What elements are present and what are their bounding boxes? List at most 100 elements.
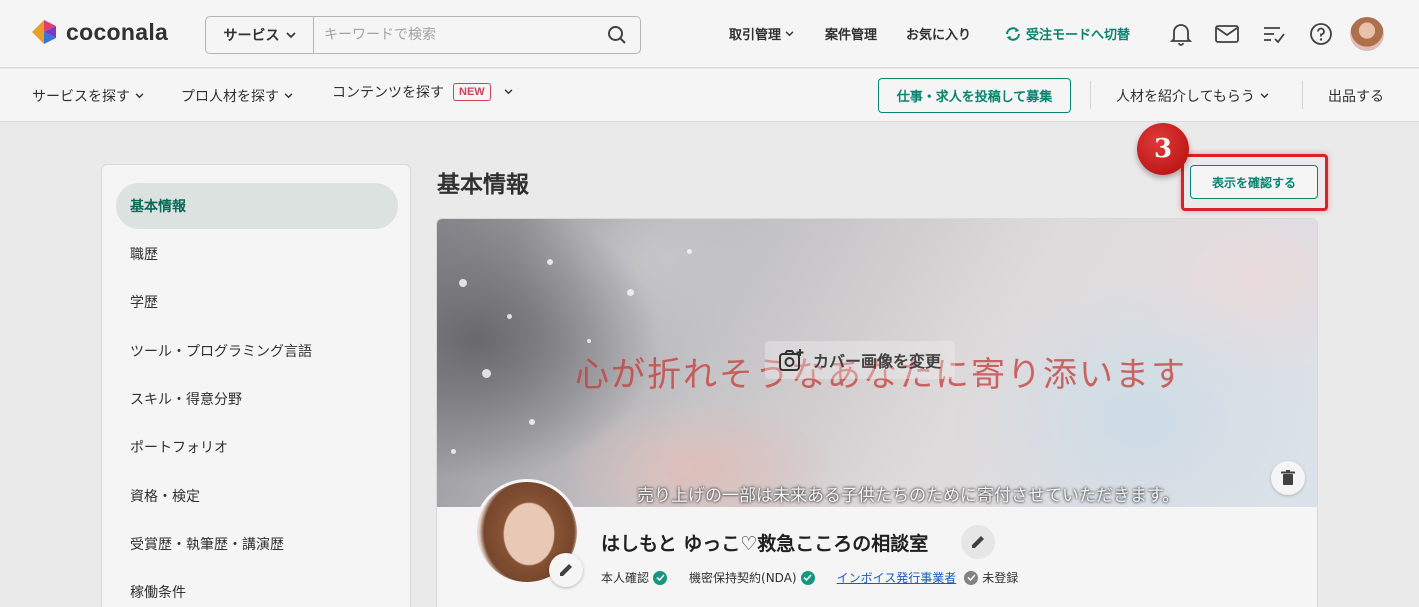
sidebar-item-awards[interactable]: 受賞歴・執筆歴・講演歴 (116, 521, 398, 567)
profile-card: 心が折れそうなあなたに寄り添います カバー画像を変更 売り上げの一部は未来ある子… (436, 218, 1318, 607)
sidebar-item-label: ポートフォリオ (130, 440, 228, 456)
sidebar-item-label: ツール・プログラミング言語 (130, 344, 312, 360)
snow-dot (459, 279, 467, 287)
sidebar-item-label: 基本情報 (130, 199, 186, 215)
subnav-find-pros[interactable]: プロ人材を探す (181, 86, 293, 106)
snow-dot (547, 259, 553, 265)
sidebar-item-education[interactable]: 学歴 (116, 279, 398, 325)
nav-projects-label: 案件管理 (825, 28, 878, 43)
change-cover-button[interactable]: カバー画像を変更 (765, 341, 956, 379)
sidebar-item-portfolio[interactable]: ポートフォリオ (116, 424, 398, 470)
top-header: coconala サービス 取引管理 案件管理 お気に入り 受注モードへ切替 (0, 0, 1419, 68)
snow-dot (482, 369, 491, 378)
coconala-logo[interactable]: coconala (30, 18, 168, 46)
chevron-down-icon (284, 93, 293, 99)
search-button[interactable] (594, 17, 640, 53)
sidebar-item-label: 稼働条件 (130, 585, 186, 601)
subnav-sell-label: 出品する (1328, 89, 1384, 105)
nav-favorites-label: お気に入り (906, 28, 972, 43)
sidebar-item-certifications[interactable]: 資格・検定 (116, 473, 398, 519)
post-job-button[interactable]: 仕事・求人を投稿して募集 (878, 78, 1071, 113)
nav-favorites[interactable]: お気に入り (906, 24, 971, 43)
trash-icon (1281, 470, 1295, 485)
pencil-icon (972, 536, 984, 548)
delete-cover-button[interactable] (1271, 461, 1305, 495)
help-icon (1310, 23, 1332, 45)
bell-icon (1170, 24, 1192, 46)
check-circle-icon (800, 570, 815, 585)
new-badge: NEW (453, 83, 491, 101)
snow-dot (529, 419, 535, 425)
subnav-referral[interactable]: 人材を紹介してもらう (1116, 86, 1269, 106)
sidebar-item-label: 職歴 (130, 247, 158, 263)
snow-dot (507, 314, 512, 319)
notifications-button[interactable] (1168, 21, 1194, 47)
invoice-status: 未登録 (964, 569, 1018, 586)
preview-profile-button[interactable]: 表示を確認する (1190, 165, 1318, 199)
nav-projects[interactable]: 案件管理 (825, 24, 877, 43)
search-input[interactable] (314, 17, 594, 53)
tasks-button[interactable] (1261, 21, 1287, 47)
divider (1302, 81, 1303, 109)
cover-subline: 売り上げの一部は未来ある子供たちのために寄付させていただきます。 (637, 486, 1180, 506)
cover-image: 心が折れそうなあなたに寄り添います カバー画像を変更 売り上げの一部は未来ある子… (437, 219, 1317, 507)
edit-avatar-button[interactable] (549, 553, 583, 587)
snow-dot (687, 249, 692, 254)
edit-name-button[interactable] (961, 525, 995, 559)
mail-icon (1215, 25, 1239, 43)
nda-label: 機密保持契約(NDA) (689, 571, 797, 585)
search-bar: サービス (205, 16, 641, 54)
sub-navigation: サービスを探す プロ人材を探す コンテンツを探す NEW 仕事・求人を投稿して募… (0, 69, 1419, 122)
invoice-status-label: 未登録 (982, 571, 1019, 585)
change-cover-label: カバー画像を変更 (813, 352, 942, 371)
subnav-referral-label: 人材を紹介してもらう (1116, 89, 1255, 105)
add-photo-icon (779, 349, 804, 371)
user-avatar[interactable] (1350, 17, 1384, 51)
search-category-label: サービス (223, 28, 280, 44)
nav-transactions[interactable]: 取引管理 (729, 24, 794, 43)
chevron-down-icon (135, 93, 144, 99)
step-number-badge: 3 (1137, 123, 1189, 175)
check-circle-icon (653, 570, 668, 585)
sidebar-item-tools[interactable]: ツール・プログラミング言語 (116, 328, 398, 374)
page-title: 基本情報 (437, 172, 529, 198)
subnav-find-services-label: サービスを探す (32, 89, 130, 105)
help-button[interactable] (1308, 21, 1334, 47)
search-icon (608, 26, 626, 44)
divider (1090, 81, 1091, 109)
logo-mark-icon (30, 18, 60, 46)
invoice-issuer-link[interactable]: インボイス発行事業者 (837, 569, 957, 586)
nda-status: 機密保持契約(NDA) (689, 569, 815, 586)
refresh-icon (1006, 26, 1020, 41)
sidebar-item-label: 学歴 (130, 295, 158, 311)
identity-verified-label: 本人確認 (601, 571, 650, 585)
snow-dot (627, 289, 634, 296)
sidebar-item-label: 資格・検定 (130, 489, 200, 505)
sidebar-item-availability[interactable]: 稼働条件 (116, 569, 398, 607)
sidebar-item-work-history[interactable]: 職歴 (116, 231, 398, 277)
sidebar-item-basic-info[interactable]: 基本情報 (116, 183, 398, 229)
identity-verified: 本人確認 (601, 569, 668, 586)
logo-text: coconala (66, 18, 169, 45)
sidebar-item-label: 受賞歴・執筆歴・講演歴 (130, 537, 284, 553)
chevron-down-icon (785, 30, 794, 36)
check-circle-icon (964, 570, 979, 585)
chevron-down-icon (1260, 93, 1269, 99)
search-category-select[interactable]: サービス (206, 17, 314, 53)
checklist-icon (1264, 27, 1285, 44)
nav-mode-switch-label: 受注モードへ切替 (1026, 28, 1131, 43)
subnav-find-pros-label: プロ人材を探す (181, 89, 279, 105)
snow-dot (451, 449, 456, 454)
profile-name: はしもと ゆっこ♡救急こころの相談室 (601, 533, 929, 555)
verification-row: 本人確認 機密保持契約(NDA) インボイス発行事業者 未登録 (601, 569, 1040, 586)
nav-transactions-label: 取引管理 (729, 28, 782, 43)
subnav-find-services[interactable]: サービスを探す (32, 86, 144, 106)
sidebar-item-skills[interactable]: スキル・得意分野 (116, 376, 398, 422)
subnav-find-contents[interactable]: コンテンツを探す NEW (332, 82, 513, 102)
sidebar-item-label: スキル・得意分野 (130, 392, 242, 408)
chevron-down-icon (285, 31, 296, 38)
nav-mode-switch[interactable]: 受注モードへ切替 (1004, 24, 1130, 43)
subnav-sell[interactable]: 出品する (1328, 86, 1384, 106)
profile-sidebar: 基本情報 職歴 学歴 ツール・プログラミング言語 スキル・得意分野 ポートフォリ… (101, 164, 411, 607)
messages-button[interactable] (1214, 21, 1240, 47)
